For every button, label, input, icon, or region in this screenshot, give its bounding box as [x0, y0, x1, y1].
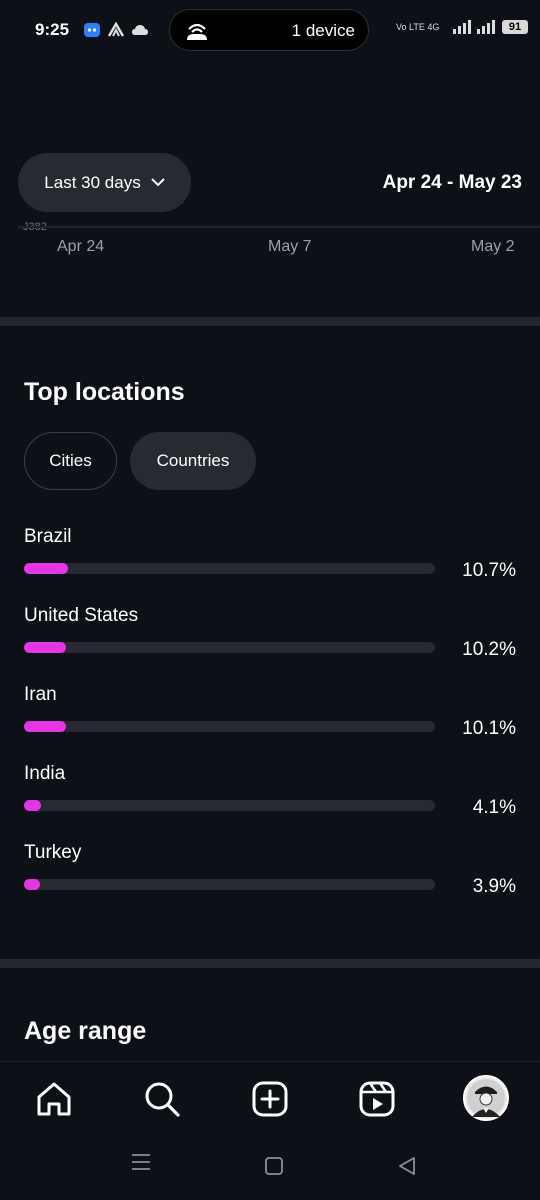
top-locations-title: Top locations [24, 378, 185, 406]
tab-cities[interactable]: Cities [24, 432, 117, 490]
home-icon[interactable] [32, 1077, 76, 1121]
chevron-down-icon [150, 178, 165, 187]
status-time: 9:25 [35, 20, 70, 39]
x-axis-tick: May 2 [471, 238, 515, 255]
tab-label: Countries [156, 451, 230, 470]
percentage-bar-track [24, 563, 435, 574]
tab-label: Cities [49, 451, 92, 470]
percentage-bar-fill [24, 563, 68, 574]
percentage-bar-track [24, 642, 435, 653]
percentage-bar-track [24, 800, 435, 811]
bottom-nav-divider [0, 1061, 540, 1062]
percentage-bar-fill [24, 642, 66, 653]
system-status-icons: Vo LTE 4G 91 [396, 20, 528, 34]
tab-countries[interactable]: Countries [130, 432, 256, 490]
network-type-label: Vo LTE 4G [396, 21, 440, 32]
app-notification-icon [84, 23, 100, 37]
percentage-bar-fill [24, 879, 40, 890]
create-icon[interactable] [248, 1077, 292, 1121]
age-range-title: Age range [24, 1017, 147, 1045]
reels-icon[interactable] [355, 1077, 399, 1121]
location-name: Brazil [24, 526, 72, 547]
section-divider [0, 317, 540, 326]
location-name: United States [24, 605, 139, 626]
date-range-label: Apr 24 - May 23 [382, 172, 522, 193]
recents-icon[interactable] [130, 1152, 152, 1172]
vpn-notification-icon [107, 22, 125, 37]
percentage-bar-track [24, 879, 435, 890]
home-square-icon[interactable] [264, 1156, 284, 1176]
location-percent: 10.1% [462, 718, 516, 739]
device-count-label: 1 device [291, 21, 355, 40]
x-axis-tick: Apr 24 [57, 238, 105, 255]
location-percent: 3.9% [472, 876, 516, 897]
location-percent: 10.2% [462, 639, 516, 660]
device-connection-pill[interactable]: 1 device [169, 9, 369, 51]
chart-baseline [18, 226, 540, 228]
signal-strength-icon [453, 20, 495, 34]
period-dropdown-button[interactable]: Last 30 days [18, 153, 191, 212]
period-label: Last 30 days [44, 172, 141, 192]
search-icon[interactable] [140, 1077, 184, 1121]
profile-avatar[interactable] [463, 1075, 509, 1121]
percentage-bar-fill [24, 800, 41, 811]
x-axis-tick: May 7 [268, 238, 312, 255]
back-icon[interactable] [397, 1155, 417, 1177]
location-name: Turkey [24, 842, 82, 863]
location-name: India [24, 763, 66, 784]
location-percent: 4.1% [472, 797, 516, 818]
battery-level: 91 [502, 20, 528, 34]
section-divider [0, 959, 540, 968]
hotspot-icon [187, 23, 207, 40]
status-notification-icons [83, 22, 149, 38]
percentage-bar-fill [24, 721, 66, 732]
percentage-bar-track [24, 721, 435, 732]
location-percent: 10.7% [462, 560, 516, 581]
location-name: Iran [24, 684, 57, 705]
cloud-icon [132, 25, 148, 35]
